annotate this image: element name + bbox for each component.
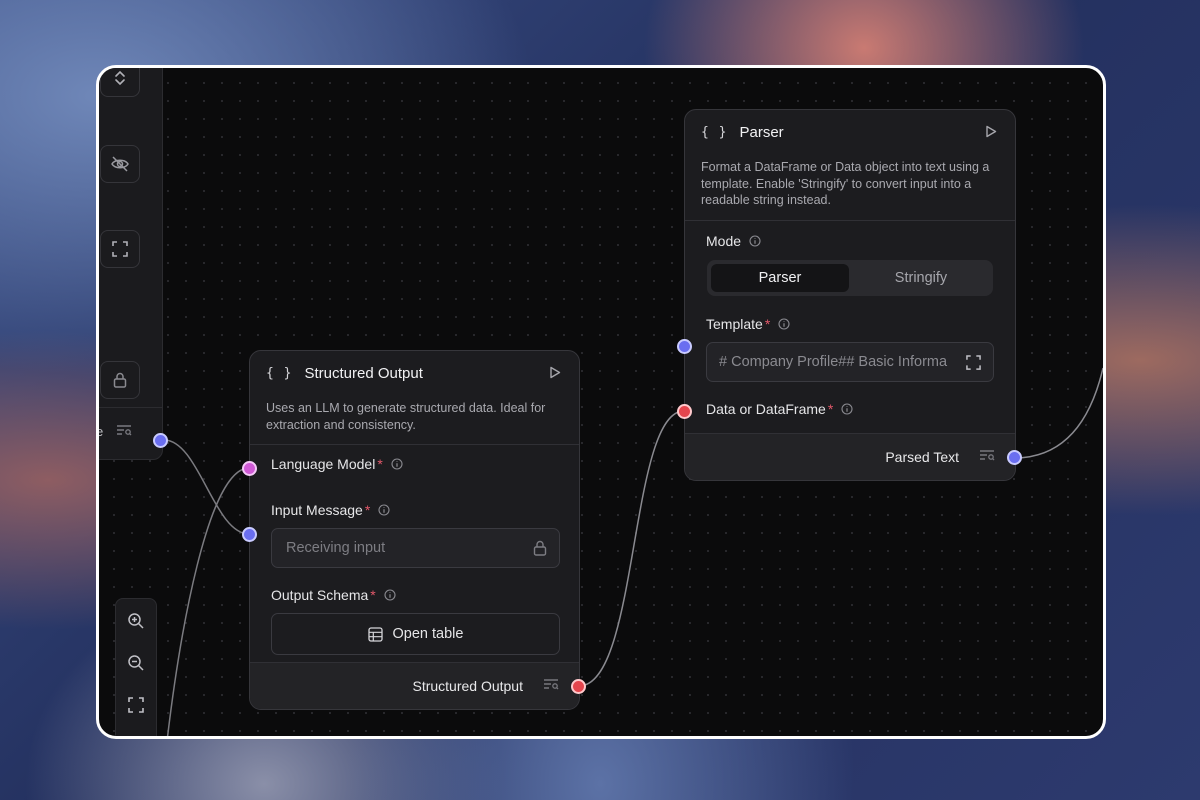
info-icon[interactable] <box>841 403 853 415</box>
language-model-field: Language Model * <box>271 456 403 472</box>
template-input[interactable]: # Company Profile## Basic Informa <box>706 342 994 382</box>
parsed-text-handle[interactable] <box>1007 450 1022 465</box>
output-schema-field: Output Schema * <box>271 587 396 603</box>
open-table-label: Open table <box>392 626 464 642</box>
input-placeholder: Receiving input <box>286 540 386 556</box>
info-icon[interactable] <box>378 504 390 516</box>
data-or-dataframe-handle[interactable] <box>677 404 692 419</box>
zoom-controls <box>115 598 157 736</box>
mode-option-stringify[interactable]: Stringify <box>853 264 989 292</box>
template-value: # Company Profile## Basic Informa <box>719 354 948 370</box>
left-panel: e <box>96 68 163 460</box>
edge-structured-to-parser <box>578 410 685 687</box>
edge-parser-out <box>1013 367 1103 459</box>
node-header: { } Structured Output <box>266 365 423 382</box>
mode-segmented-control: Parser Stringify <box>707 260 993 296</box>
lock-icon[interactable] <box>100 361 140 399</box>
required-marker: * <box>764 316 771 332</box>
input-message-field: Input Message * <box>271 502 390 518</box>
play-icon[interactable] <box>985 125 997 143</box>
node-divider <box>250 444 579 445</box>
info-icon[interactable] <box>749 235 761 247</box>
edge-to-language-model <box>166 467 250 736</box>
structured-output-node[interactable]: { } Structured Output Uses an LLM to gen… <box>249 350 580 710</box>
language-model-handle[interactable] <box>242 461 257 476</box>
required-marker: * <box>377 456 383 472</box>
node-header: { } Parser <box>701 124 784 141</box>
open-table-button[interactable]: Open table <box>271 613 560 655</box>
eye-off-icon[interactable] <box>100 145 140 183</box>
mode-option-parser[interactable]: Parser <box>711 264 849 292</box>
parser-node[interactable]: { } Parser Format a DataFrame or Data ob… <box>684 109 1016 481</box>
input-message-input[interactable]: Receiving input <box>271 528 560 568</box>
field-label: Mode <box>706 233 742 249</box>
node-divider <box>685 220 1015 221</box>
template-field: Template * <box>706 316 790 332</box>
braces-icon: { } <box>701 125 728 140</box>
field-label: Input Message <box>271 502 363 518</box>
node-output-row: Parsed Text <box>685 433 1015 480</box>
braces-icon: { } <box>266 366 293 381</box>
info-icon[interactable] <box>384 589 396 601</box>
output-label: Parsed Text <box>885 449 959 465</box>
zoom-in-icon[interactable] <box>124 609 148 633</box>
data-or-dataframe-field: Data or DataFrame * <box>706 401 853 417</box>
list-search-icon[interactable] <box>979 448 995 466</box>
table-icon <box>367 626 383 642</box>
list-search-icon[interactable] <box>543 677 559 695</box>
field-label: Data or DataFrame <box>706 401 826 417</box>
required-marker: * <box>364 502 371 518</box>
expand-icon[interactable] <box>100 230 140 268</box>
template-handle[interactable] <box>677 339 692 354</box>
required-marker: * <box>370 587 376 603</box>
chevron-up-down-icon[interactable] <box>100 68 140 97</box>
node-title: Structured Output <box>304 365 423 382</box>
edge-sidebar-to-input-message <box>163 439 250 535</box>
mode-field: Mode <box>706 233 761 249</box>
fit-view-icon[interactable] <box>124 693 148 717</box>
zoom-out-icon[interactable] <box>124 651 148 675</box>
node-description: Format a DataFrame or Data object into t… <box>701 160 990 207</box>
structured-output-handle[interactable] <box>571 679 586 694</box>
flow-canvas[interactable]: e { } Structured Output Uses an LLM to g… <box>96 65 1106 739</box>
left-panel-output-label: e <box>96 424 104 439</box>
info-icon[interactable] <box>391 458 403 470</box>
field-label: Language Model <box>271 456 376 472</box>
node-title: Parser <box>739 124 784 141</box>
node-output-row: Structured Output <box>250 662 579 709</box>
info-icon[interactable] <box>778 318 790 330</box>
left-panel-footer: e <box>96 407 162 454</box>
output-label: Structured Output <box>412 678 523 694</box>
input-message-handle[interactable] <box>242 527 257 542</box>
list-search-icon[interactable] <box>116 423 132 441</box>
required-marker: * <box>827 401 834 417</box>
node-description: Uses an LLM to generate structured data.… <box>266 401 546 432</box>
left-panel-output-handle[interactable] <box>153 433 168 448</box>
expand-icon[interactable] <box>966 355 981 374</box>
field-label: Template <box>706 316 763 332</box>
play-icon[interactable] <box>549 366 561 384</box>
field-label: Output Schema <box>271 587 369 603</box>
lock-icon <box>533 540 547 560</box>
